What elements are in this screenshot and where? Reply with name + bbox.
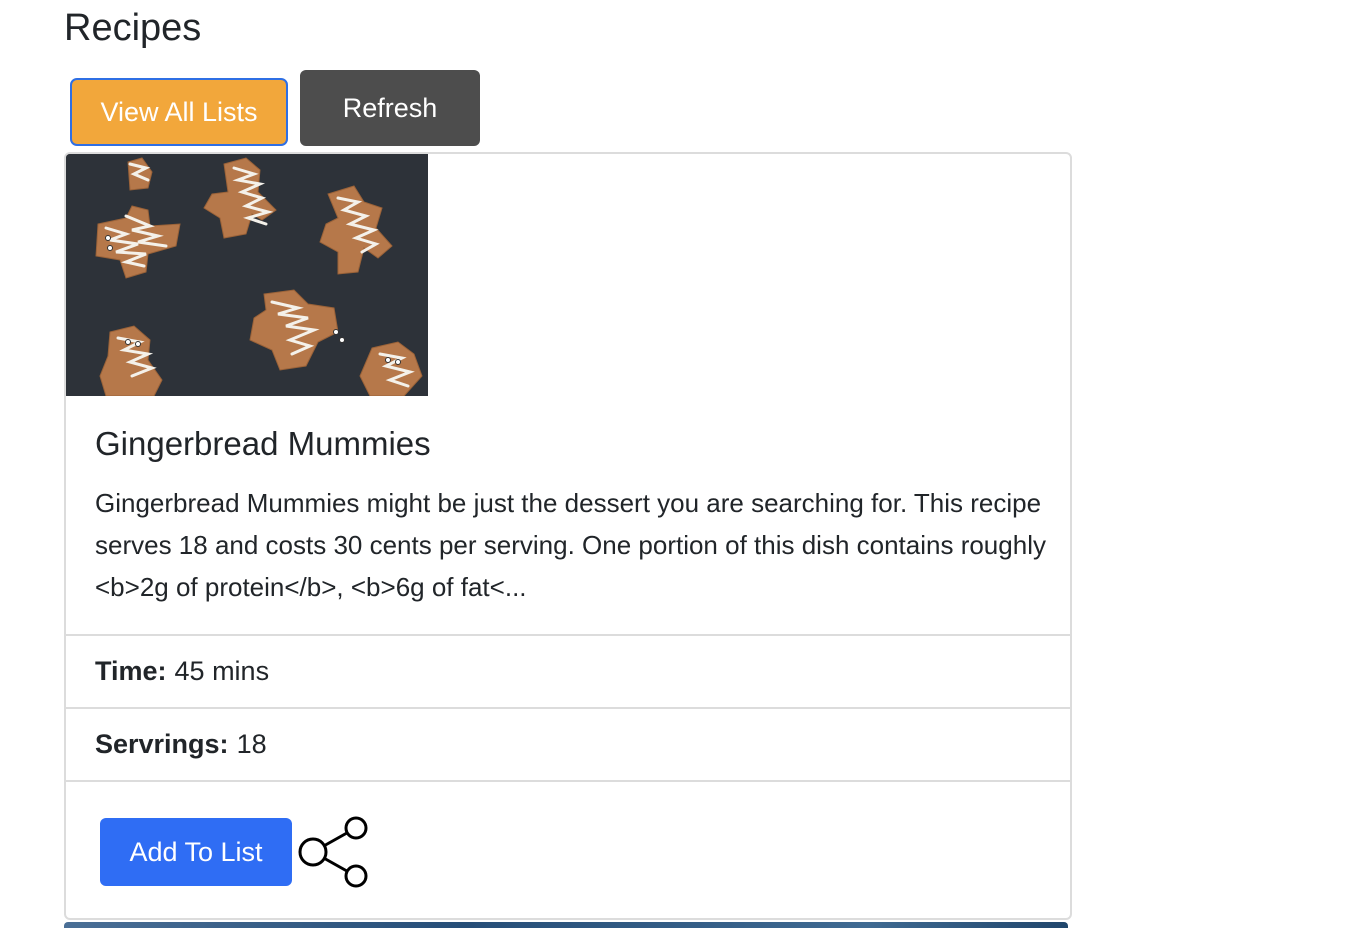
recipe-servings-row: Servrings: 18: [66, 707, 1070, 780]
view-all-lists-button[interactable]: View All Lists: [70, 78, 288, 146]
servings-value: 18: [236, 729, 267, 759]
recipe-title: Gingerbread Mummies: [95, 425, 431, 462]
page-title: Recipes: [64, 7, 202, 49]
servings-label: Servrings:: [95, 729, 229, 759]
recipe-photo: [66, 154, 428, 396]
time-label: Time:: [95, 655, 167, 686]
recipe-description: Gingerbread Mummies might be just the de…: [95, 488, 1046, 602]
recipe-time-row: Time: 45 mins: [66, 634, 1070, 706]
recipe-card: Gingerbread Mummies Gingerbread Mummies …: [64, 152, 1072, 920]
share-icon[interactable]: [296, 814, 374, 890]
recipe-actions-row: Add To List: [66, 780, 1070, 918]
next-recipe-image: [64, 922, 1068, 928]
refresh-button[interactable]: Refresh: [300, 70, 480, 146]
time-value: 45 mins: [174, 655, 270, 686]
recipe-image: [66, 154, 428, 396]
add-to-list-button[interactable]: Add To List: [100, 818, 292, 886]
